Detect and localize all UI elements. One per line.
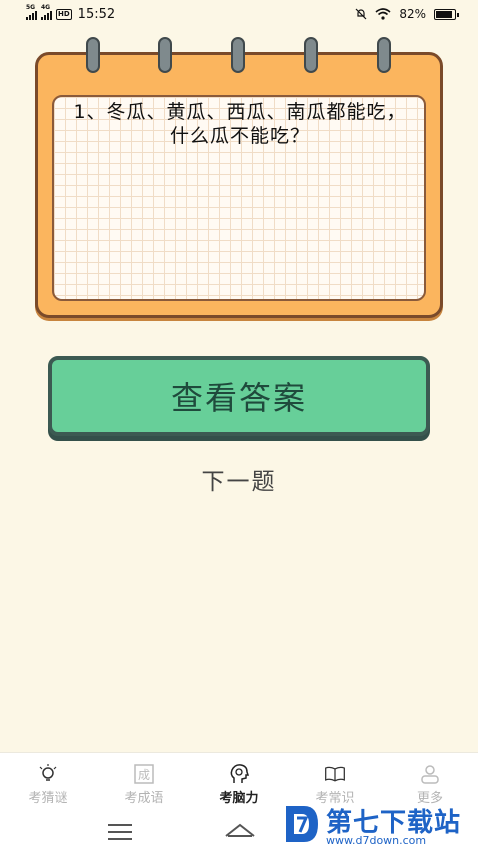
watermark-logo: 第七下载站 www.d7down.com bbox=[282, 800, 476, 850]
battery-icon bbox=[434, 8, 459, 20]
question-notebook-card bbox=[35, 37, 443, 318]
wifi-icon bbox=[375, 8, 391, 20]
show-answer-button[interactable]: 查看答案 bbox=[48, 356, 430, 436]
battery-percent: 82% bbox=[399, 7, 426, 21]
binder-ring-icon bbox=[304, 37, 318, 73]
person-icon bbox=[421, 765, 439, 784]
tab-riddles[interactable]: 考猜谜 bbox=[0, 759, 96, 806]
binder-ring-icon bbox=[231, 37, 245, 73]
d7-logo-icon bbox=[286, 806, 318, 842]
brain-head-icon bbox=[230, 764, 250, 783]
hd-badge: HD bbox=[56, 9, 72, 20]
binder-ring-icon bbox=[158, 37, 172, 73]
mute-icon bbox=[355, 8, 367, 20]
status-bar: 5G 4G HD 15:52 82% bbox=[0, 0, 478, 30]
question-text: 1、冬瓜、黄瓜、西瓜、南瓜都能吃，什么瓜不能吃？ bbox=[73, 101, 407, 147]
menu-icon[interactable] bbox=[108, 824, 132, 845]
binder-ring-icon bbox=[86, 37, 100, 73]
status-time: 15:52 bbox=[77, 7, 116, 22]
tab-knowledge[interactable]: 考常识 bbox=[287, 759, 383, 806]
signal-4g-icon: 4G bbox=[41, 4, 52, 20]
binder-ring-icon bbox=[377, 37, 391, 73]
watermark-url: www.d7down.com bbox=[326, 834, 427, 847]
tab-idioms[interactable]: 成 考成语 bbox=[96, 759, 192, 806]
tab-more[interactable]: 更多 bbox=[382, 759, 478, 806]
next-question-button[interactable]: 下一题 bbox=[0, 462, 478, 496]
book-icon bbox=[325, 766, 345, 782]
svg-text:成: 成 bbox=[138, 768, 150, 782]
tab-brain[interactable]: 考脑力 bbox=[191, 759, 287, 806]
binder-rings bbox=[38, 37, 440, 77]
signal-5g-icon: 5G bbox=[26, 4, 37, 20]
home-icon[interactable] bbox=[224, 822, 256, 838]
idiom-card-icon: 成 bbox=[134, 764, 154, 784]
lightbulb-icon bbox=[39, 764, 57, 781]
